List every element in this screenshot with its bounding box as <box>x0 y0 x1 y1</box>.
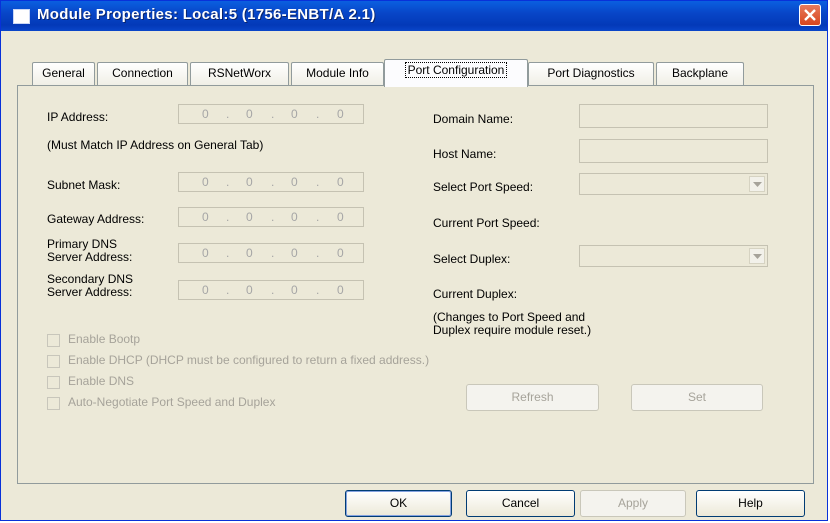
title-bar[interactable]: Module Properties: Local:5 (1756-ENBT/A … <box>1 1 827 31</box>
port-speed-select[interactable] <box>579 173 768 195</box>
tab-port-diagnostics[interactable]: Port Diagnostics <box>528 62 654 85</box>
enable-dhcp-checkbox[interactable] <box>47 355 60 368</box>
secondary-dns-field[interactable]: 0. 0. 0. 0 <box>178 280 364 300</box>
chevron-down-icon <box>753 182 762 187</box>
chevron-down-icon <box>753 254 762 259</box>
close-icon <box>804 9 816 21</box>
auto-negotiate-checkbox[interactable] <box>47 397 60 410</box>
tab-connection[interactable]: Connection <box>97 62 188 85</box>
reset-note: (Changes to Port Speed and Duplex requir… <box>433 310 592 337</box>
ip-address-note: (Must Match IP Address on General Tab) <box>47 138 264 152</box>
cancel-button[interactable]: Cancel <box>466 490 575 517</box>
enable-dns-checkbox[interactable] <box>47 376 60 389</box>
set-button[interactable]: Set <box>631 384 763 411</box>
secondary-dns-label: Secondary DNS Server Address: <box>47 272 134 299</box>
tab-general[interactable]: General <box>32 62 95 85</box>
enable-bootp-label: Enable Bootp <box>68 332 141 346</box>
current-duplex-label: Current Duplex: <box>433 287 518 301</box>
window-icon <box>13 9 30 24</box>
gateway-address-label: Gateway Address: <box>47 212 145 226</box>
port-speed-dropdown-arrow[interactable] <box>749 176 765 192</box>
apply-button[interactable]: Apply <box>580 490 686 517</box>
refresh-button[interactable]: Refresh <box>466 384 599 411</box>
tab-module-info[interactable]: Module Info <box>291 62 384 85</box>
duplex-dropdown-arrow[interactable] <box>749 248 765 264</box>
gateway-address-field[interactable]: 0. 0. 0. 0 <box>178 207 364 227</box>
host-name-input[interactable] <box>579 139 768 163</box>
ip-address-field[interactable]: 0. 0. 0. 0 <box>178 104 364 124</box>
tab-rsnetworx[interactable]: RSNetWorx <box>190 62 289 85</box>
window-title: Module Properties: Local:5 (1756-ENBT/A … <box>37 6 376 23</box>
current-port-speed-label: Current Port Speed: <box>433 216 540 230</box>
domain-name-label: Domain Name: <box>433 112 514 126</box>
ok-button[interactable]: OK <box>345 490 452 517</box>
primary-dns-label: Primary DNS Server Address: <box>47 237 133 264</box>
close-button[interactable] <box>799 4 821 26</box>
ip-address-label: IP Address: <box>47 110 109 124</box>
primary-dns-field[interactable]: 0. 0. 0. 0 <box>178 243 364 263</box>
select-port-speed-label: Select Port Speed: <box>433 180 534 194</box>
enable-dns-label: Enable DNS <box>68 374 135 388</box>
enable-dhcp-label: Enable DHCP (DHCP must be configured to … <box>68 353 430 367</box>
host-name-label: Host Name: <box>433 147 497 161</box>
auto-negotiate-label: Auto-Negotiate Port Speed and Duplex <box>68 395 276 409</box>
enable-bootp-checkbox[interactable] <box>47 334 60 347</box>
tab-backplane[interactable]: Backplane <box>656 62 744 85</box>
help-button[interactable]: Help <box>696 490 805 517</box>
select-duplex-label: Select Duplex: <box>433 252 511 266</box>
tab-port-configuration[interactable]: Port Configuration <box>384 59 528 87</box>
subnet-mask-label: Subnet Mask: <box>47 178 121 192</box>
domain-name-input[interactable] <box>579 104 768 128</box>
duplex-select[interactable] <box>579 245 768 267</box>
subnet-mask-field[interactable]: 0. 0. 0. 0 <box>178 172 364 192</box>
